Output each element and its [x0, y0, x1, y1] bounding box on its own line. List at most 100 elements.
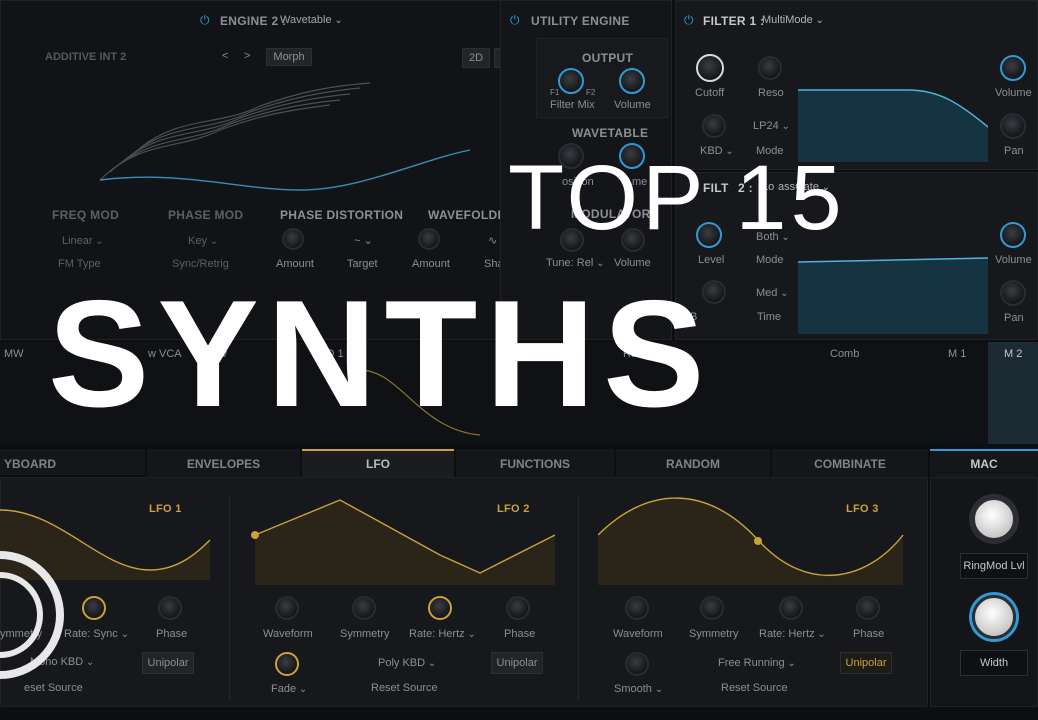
tab-functions[interactable]: FUNCTIONS [456, 449, 614, 477]
filter1-type-dropdown[interactable]: MultiMode [762, 14, 824, 26]
lfo2-symmetry-label: Symmetry [340, 628, 390, 640]
macro2-knob[interactable] [972, 595, 1016, 639]
filter2-time-label: Time [757, 311, 782, 323]
engine2-type-dropdown[interactable]: Wavetable [280, 14, 343, 26]
lfo1-phase-knob[interactable] [158, 596, 182, 620]
pd-target-icon[interactable]: ~ ⌄ [354, 234, 373, 247]
tab-keyboard[interactable]: YBOARD [0, 449, 145, 475]
mod-strip-m2[interactable]: M 2 [1004, 348, 1022, 360]
lfo2-waveform-label: Waveform [263, 628, 313, 640]
lfo1-polarity-button[interactable]: Unipolar [142, 652, 194, 674]
macro2-label[interactable]: Width [960, 650, 1028, 676]
lfo-divider-1 [229, 495, 230, 700]
lfo2-rate-knob[interactable] [428, 596, 452, 620]
filter2-level-label: Level [698, 254, 725, 266]
tune-rel-dropdown[interactable]: Tune: Rel [546, 257, 604, 269]
tab-envelopes[interactable]: ENVELOPES [147, 449, 300, 477]
engine2-power-icon[interactable]: ⏻ [200, 13, 210, 28]
lp24-dropdown[interactable]: LP24 [753, 120, 790, 132]
view-2d-button[interactable]: 2D [462, 48, 490, 68]
morph-button[interactable]: Morph [266, 48, 312, 66]
lfo2-polarity-button[interactable]: Unipolar [491, 652, 543, 674]
macro1-knob[interactable] [972, 497, 1016, 541]
engine2-title: ENGINE 2 : [220, 14, 287, 28]
lfo3-symmetry-knob[interactable] [700, 596, 724, 620]
lfo2-title: LFO 2 [497, 503, 530, 515]
lfo3-polarity-button[interactable]: Unipolar [840, 652, 892, 674]
reso-knob[interactable] [758, 56, 782, 80]
pd-amount-knob[interactable] [282, 228, 304, 250]
wavetable-header: WAVETABLE [572, 126, 649, 140]
filter1-power-icon[interactable]: ⏻ [684, 13, 694, 28]
utility-power-icon[interactable]: ⏻ [510, 13, 520, 28]
tab-combinate[interactable]: COMBINATE [772, 449, 928, 477]
lfo1-title: LFO 1 [149, 503, 182, 515]
lfo2-waveform-knob[interactable] [275, 596, 299, 620]
cutoff-knob[interactable] [696, 54, 724, 82]
kbd-knob[interactable] [702, 114, 726, 138]
tab-macros[interactable]: MAC [930, 449, 1038, 477]
freq-mod-header: FREQ MOD [52, 208, 120, 222]
lfo2-kbd-dropdown[interactable]: Poly KBD [378, 657, 436, 669]
lfo3-title: LFO 3 [846, 503, 879, 515]
filter2-mode-label: Mode [756, 254, 784, 266]
wavetable-3d-display [99, 82, 471, 191]
f2-label: F2 [586, 88, 596, 97]
phase-mod-key-dropdown[interactable]: Key [188, 235, 218, 247]
lfo3-smooth-dropdown[interactable]: Smooth [614, 683, 663, 695]
filter2-med-dropdown[interactable]: Med [756, 287, 789, 299]
filter2-response-display [798, 257, 988, 334]
output-volume-knob[interactable] [619, 68, 645, 94]
filter1-volume-knob[interactable] [1000, 55, 1026, 81]
lfo1-rate-dropdown[interactable]: Rate: Sync [64, 628, 129, 640]
filter1-title: FILTER 1 : [703, 14, 765, 28]
filter2-volume-knob[interactable] [1000, 222, 1026, 248]
tab-random[interactable]: RANDOM [616, 449, 770, 477]
filter2-pan-label: Pan [1004, 312, 1024, 324]
cutoff-label: Cutoff [695, 87, 725, 99]
lfo3-rate-dropdown[interactable]: Rate: Hertz [759, 628, 826, 640]
wf-amount-knob[interactable] [418, 228, 440, 250]
lfo2-rate-dropdown[interactable]: Rate: Hertz [409, 628, 476, 640]
f1-label: F1 [550, 88, 560, 97]
lfo3-reset-source[interactable]: Reset Source [721, 682, 788, 694]
filter1-pan-knob[interactable] [1000, 113, 1026, 139]
nav-prev-icon[interactable]: < [222, 50, 228, 62]
mod-strip-m1[interactable]: M 1 [948, 348, 966, 360]
output-volume-label: Volume [614, 99, 651, 111]
brand-logo-icon [0, 551, 64, 679]
phase-mod-header: PHASE MOD [168, 208, 244, 222]
mod-strip-comb[interactable]: Comb [830, 348, 859, 360]
lfo2-phase-label: Phase [504, 628, 536, 640]
filter2-pan-knob[interactable] [1000, 280, 1026, 306]
overlay-title-line2: SYNTHS [48, 269, 713, 439]
mod-strip-mw[interactable]: MW [4, 348, 24, 360]
lfo3-phase-knob[interactable] [856, 596, 880, 620]
lfo2-reset-source[interactable]: Reset Source [371, 682, 438, 694]
filter1-volume-label: Volume [995, 87, 1032, 99]
phase-distortion-header: PHASE DISTORTION [280, 208, 404, 222]
lfo1-rate-knob[interactable] [82, 596, 106, 620]
filter2-volume-label: Volume [995, 254, 1032, 266]
overlay-title-line1: TOP 15 [508, 147, 846, 249]
lfo3-phase-label: Phase [853, 628, 885, 640]
lfo2-symmetry-knob[interactable] [352, 596, 376, 620]
fm-linear-dropdown[interactable]: Linear [62, 235, 104, 247]
lfo2-fade-knob[interactable] [275, 652, 299, 676]
lfo3-run-dropdown[interactable]: Free Running [718, 657, 796, 669]
lfo2-fade-dropdown[interactable]: Fade [271, 683, 307, 695]
utility-engine-title: UTILITY ENGINE [531, 14, 630, 28]
nav-next-icon[interactable]: > [244, 50, 250, 62]
lfo2-phase-knob[interactable] [506, 596, 530, 620]
filter-mix-knob[interactable] [558, 68, 584, 94]
lfo3-waveform-knob[interactable] [625, 596, 649, 620]
lfo1-phase-label: Phase [156, 628, 188, 640]
tab-lfo[interactable]: LFO [302, 449, 454, 477]
macro1-label[interactable]: RingMod Lvl [960, 553, 1028, 579]
lfo3-smooth-knob[interactable] [625, 652, 649, 676]
reso-label: Reso [758, 87, 784, 99]
lfo3-rate-knob[interactable] [779, 596, 803, 620]
lfo3-waveform-label: Waveform [613, 628, 663, 640]
filter1-pan-label: Pan [1004, 145, 1024, 157]
lfo-divider-2 [578, 495, 579, 700]
